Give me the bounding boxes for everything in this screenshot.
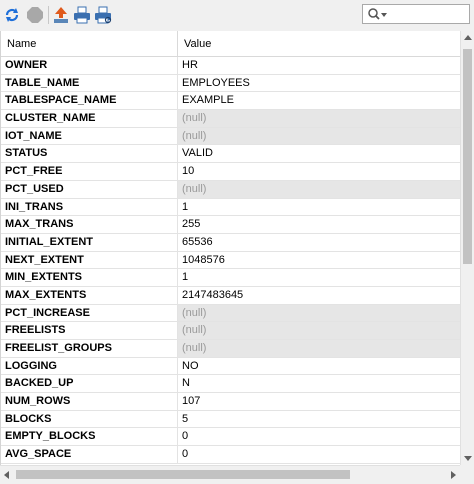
property-name-cell[interactable]: PCT_FREE <box>1 163 178 180</box>
table-row[interactable]: FREELISTS (null) <box>1 322 460 340</box>
property-name-cell[interactable]: NEXT_EXTENT <box>1 251 178 269</box>
table-row[interactable]: CLUSTER_NAME (null) <box>1 110 460 128</box>
table-row[interactable]: INITIAL_EXTENT 65536 <box>1 233 460 252</box>
grid-body: OWNER HR TABLE_NAME EMPLOYEES TABLESPACE_NAM… <box>1 57 460 464</box>
table-row[interactable]: INI_TRANS 1 <box>1 198 460 217</box>
stop-icon[interactable] <box>25 5 45 25</box>
toolbar-separator <box>48 6 49 24</box>
table-row[interactable]: BLOCKS 5 <box>1 410 460 429</box>
scroll-down-arrow-icon[interactable] <box>464 456 472 461</box>
print-icon[interactable] <box>72 5 92 25</box>
horizontal-scrollbar[interactable] <box>0 465 460 484</box>
property-value-cell[interactable]: 0 <box>178 446 460 463</box>
grid-header: Name Value <box>1 31 460 57</box>
table-row[interactable]: NUM_ROWS 107 <box>1 393 460 411</box>
column-header-value[interactable]: Value <box>178 31 460 56</box>
print-preview-icon[interactable] <box>93 5 113 25</box>
property-name-cell[interactable]: IOT_NAME <box>1 127 178 145</box>
property-name-cell[interactable]: BACKED_UP <box>1 375 178 393</box>
property-name-cell[interactable]: STATUS <box>1 145 178 163</box>
refresh-icon[interactable] <box>2 5 22 25</box>
property-name-cell[interactable]: BLOCKS <box>1 410 178 428</box>
property-value-cell[interactable]: (null) <box>178 127 460 145</box>
property-name-cell[interactable]: TABLESPACE_NAME <box>1 92 178 110</box>
table-row[interactable]: EMPTY_BLOCKS 0 <box>1 428 460 447</box>
table-row[interactable]: IOT_NAME (null) <box>1 127 460 146</box>
property-name-cell[interactable]: OWNER <box>1 57 178 74</box>
toolbar <box>0 0 474 31</box>
property-value-cell[interactable]: 0 <box>178 428 460 445</box>
table-row[interactable]: STATUS VALID <box>1 145 460 164</box>
vertical-scrollbar[interactable] <box>460 31 474 465</box>
search-field[interactable] <box>362 4 470 24</box>
property-value-cell[interactable]: N <box>178 375 460 392</box>
property-value-cell[interactable]: 65536 <box>178 234 460 251</box>
table-row[interactable]: PCT_FREE 10 <box>1 163 460 181</box>
property-name-cell[interactable]: NUM_ROWS <box>1 393 178 410</box>
table-row[interactable]: FREELIST_GROUPS (null) <box>1 340 460 358</box>
property-name-cell[interactable]: MAX_EXTENTS <box>1 286 178 304</box>
column-header-name[interactable]: Name <box>1 31 178 56</box>
property-value-cell[interactable]: 10 <box>178 163 460 180</box>
property-name-cell[interactable]: PCT_USED <box>1 180 178 198</box>
chevron-down-icon[interactable] <box>381 13 387 17</box>
table-row[interactable]: MAX_EXTENTS 2147483645 <box>1 286 460 305</box>
property-value-cell[interactable]: 107 <box>178 393 460 410</box>
property-name-cell[interactable]: INITIAL_EXTENT <box>1 233 178 251</box>
property-value-cell[interactable]: EXAMPLE <box>178 92 460 109</box>
property-value-cell[interactable]: 1 <box>178 269 460 286</box>
scrollbar-corner <box>460 465 474 484</box>
scroll-right-arrow-icon[interactable] <box>451 471 456 479</box>
table-row[interactable]: LOGGING NO <box>1 357 460 376</box>
property-name-cell[interactable]: LOGGING <box>1 357 178 375</box>
properties-grid: Name Value OWNER HR TABLE_NAME EMPLOYEES TAB… <box>0 31 460 465</box>
table-row[interactable]: PCT_USED (null) <box>1 180 460 199</box>
table-row[interactable]: MIN_EXTENTS 1 <box>1 269 460 287</box>
property-value-cell[interactable]: 1 <box>178 199 460 216</box>
export-icon[interactable] <box>51 5 71 25</box>
property-value-cell[interactable]: (null) <box>178 322 460 339</box>
table-row[interactable]: MAX_TRANS 255 <box>1 216 460 234</box>
horizontal-scroll-thumb[interactable] <box>16 470 350 479</box>
table-row[interactable]: PCT_INCREASE (null) <box>1 304 460 323</box>
property-name-cell[interactable]: MAX_TRANS <box>1 216 178 233</box>
scroll-left-arrow-icon[interactable] <box>4 471 9 479</box>
property-name-cell[interactable]: INI_TRANS <box>1 198 178 216</box>
property-name-cell[interactable]: PCT_INCREASE <box>1 304 178 322</box>
property-name-cell[interactable]: FREELIST_GROUPS <box>1 340 178 357</box>
property-name-cell[interactable]: CLUSTER_NAME <box>1 110 178 127</box>
property-value-cell[interactable]: NO <box>178 358 460 375</box>
table-row[interactable]: AVG_SPACE 0 <box>1 446 460 464</box>
vertical-scroll-thumb[interactable] <box>463 49 472 264</box>
property-value-cell[interactable]: (null) <box>178 340 460 357</box>
property-value-cell[interactable]: (null) <box>178 110 460 127</box>
table-row[interactable]: NEXT_EXTENT 1048576 <box>1 251 460 270</box>
property-value-cell[interactable]: VALID <box>178 145 460 162</box>
property-name-cell[interactable]: EMPTY_BLOCKS <box>1 428 178 446</box>
table-row[interactable]: BACKED_UP N <box>1 375 460 394</box>
table-row[interactable]: OWNER HR <box>1 57 460 75</box>
scroll-up-arrow-icon[interactable] <box>464 35 472 40</box>
property-value-cell[interactable]: 5 <box>178 411 460 428</box>
table-row[interactable]: TABLE_NAME EMPLOYEES <box>1 74 460 93</box>
property-value-cell[interactable]: 1048576 <box>178 252 460 269</box>
property-value-cell[interactable]: HR <box>178 57 460 74</box>
property-value-cell[interactable]: (null) <box>178 304 460 322</box>
property-value-cell[interactable]: EMPLOYEES <box>178 75 460 92</box>
property-name-cell[interactable]: MIN_EXTENTS <box>1 269 178 286</box>
table-row[interactable]: TABLESPACE_NAME EXAMPLE <box>1 92 460 111</box>
property-name-cell[interactable]: FREELISTS <box>1 322 178 339</box>
property-value-cell[interactable]: (null) <box>178 180 460 198</box>
property-name-cell[interactable]: AVG_SPACE <box>1 446 178 463</box>
property-value-cell[interactable]: 2147483645 <box>178 287 460 304</box>
property-name-cell[interactable]: TABLE_NAME <box>1 74 178 92</box>
property-value-cell[interactable]: 255 <box>178 216 460 233</box>
